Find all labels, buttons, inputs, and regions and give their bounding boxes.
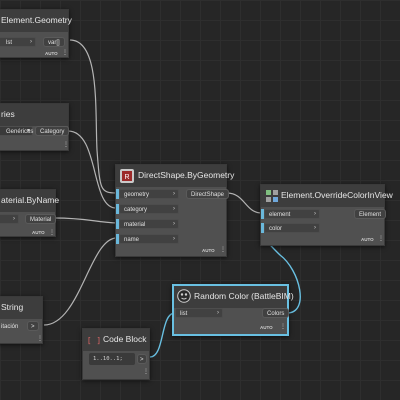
- revit-node-icon: R: [120, 169, 134, 183]
- node-string[interactable]: String itación > ⋮: [0, 296, 43, 344]
- chevron-down-icon: ▾: [26, 128, 30, 134]
- more-options-icon[interactable]: ⋮: [143, 369, 149, 375]
- output-port-code[interactable]: >: [137, 354, 147, 364]
- node-title: Code Block: [103, 334, 147, 344]
- node-element-geometry[interactable]: Element.Geometry lst › var[] AUTO ⋮: [0, 9, 72, 58]
- wire-category[interactable]: [67, 130, 118, 209]
- output-port-directshape[interactable]: DirectShape: [186, 189, 230, 199]
- input-port-element[interactable]: element ›: [264, 209, 320, 219]
- port-label: DirectShape: [191, 192, 225, 198]
- lacing-label[interactable]: AUTO: [32, 230, 45, 235]
- more-options-icon[interactable]: ⋮: [63, 142, 69, 148]
- input-port-geometry[interactable]: geometry ›: [119, 189, 179, 199]
- code-editor[interactable]: 1..10..1;: [89, 353, 135, 365]
- chevron-right-icon: ›: [30, 39, 32, 45]
- input-port-material[interactable]: material ›: [119, 219, 179, 229]
- svg-text:[ ]: [ ]: [87, 336, 101, 345]
- port-label: Category: [40, 129, 65, 135]
- port-label: >: [31, 324, 35, 330]
- node-header[interactable]: String: [0, 297, 42, 319]
- node-header[interactable]: Element.Geometry: [0, 10, 72, 32]
- graph-canvas[interactable]: Element.Geometry lst › var[] AUTO ⋮ ries…: [0, 0, 400, 400]
- port-label: category: [124, 207, 148, 213]
- input-port-color[interactable]: color ›: [264, 223, 320, 233]
- port-label: element: [269, 212, 291, 218]
- port-label: Material: [30, 217, 52, 223]
- input-port-list[interactable]: list ›: [175, 308, 223, 318]
- lacing-label[interactable]: AUTO: [202, 248, 215, 253]
- input-port-name[interactable]: ›: [0, 214, 19, 224]
- node-title: String: [1, 302, 24, 312]
- category-dropdown[interactable]: Genéricos ▾: [0, 126, 33, 136]
- input-port-lst[interactable]: lst ›: [0, 37, 36, 47]
- chevron-right-icon: ›: [173, 206, 175, 212]
- output-port-var[interactable]: var[]: [43, 37, 65, 47]
- chevron-right-icon: ›: [173, 236, 175, 242]
- input-port-name[interactable]: name ›: [119, 234, 179, 244]
- node-title: Element.Geometry: [1, 15, 72, 25]
- lacing-label[interactable]: AUTO: [45, 51, 58, 56]
- chevron-right-icon: ›: [314, 211, 316, 217]
- port-label: Colors: [267, 311, 285, 317]
- node-title: DirectShape.ByGeometry: [138, 170, 235, 180]
- port-label: var[]: [48, 40, 60, 46]
- more-options-icon[interactable]: ⋮: [62, 50, 68, 56]
- wire-directshape-element[interactable]: [226, 192, 263, 214]
- chevron-right-icon: ›: [173, 221, 175, 227]
- chevron-right-icon: ›: [13, 216, 15, 222]
- node-header[interactable]: aterial.ByName: [0, 190, 59, 212]
- wire-geometry[interactable]: [69, 39, 118, 194]
- wire-name[interactable]: [43, 237, 118, 326]
- node-element-overridecolorinview[interactable]: Element.OverrideColorInView element › co…: [260, 184, 393, 246]
- more-options-icon[interactable]: ⋮: [220, 247, 226, 253]
- node-header[interactable]: [ ] Code Block: [83, 329, 149, 351]
- node-title: Element.OverrideColorInView: [281, 190, 393, 200]
- node-header[interactable]: Element.OverrideColorInView: [261, 185, 393, 207]
- chevron-right-icon: ›: [173, 191, 175, 197]
- node-code-block[interactable]: [ ] Code Block 1..10..1; > ⋮: [82, 328, 150, 380]
- port-label: name: [124, 237, 140, 243]
- port-label: list: [180, 311, 188, 317]
- node-header[interactable]: Random Color (BattleBIM): [174, 286, 294, 308]
- node-title: ries: [1, 109, 15, 119]
- node-header[interactable]: R DirectShape.ByGeometry: [116, 165, 234, 187]
- node-title: Random Color (BattleBIM): [194, 291, 294, 301]
- string-input[interactable]: itación: [0, 321, 23, 333]
- lacing-label[interactable]: AUTO: [361, 237, 374, 242]
- output-port-string[interactable]: >: [27, 321, 39, 331]
- code-block-icon: [ ]: [87, 336, 101, 345]
- override-color-icon: [265, 189, 279, 203]
- port-label: >: [140, 357, 144, 363]
- more-options-icon[interactable]: ⋮: [49, 230, 55, 236]
- output-port-material[interactable]: Material: [25, 214, 57, 224]
- random-color-icon: [177, 289, 191, 303]
- code-text: 1..10..1;: [93, 356, 123, 362]
- output-port-category[interactable]: Category: [35, 126, 70, 136]
- node-header[interactable]: ries: [0, 104, 68, 126]
- node-directshape-bygeometry[interactable]: R DirectShape.ByGeometry geometry › cate…: [115, 164, 234, 257]
- node-material-byname[interactable]: aterial.ByName › Material AUTO ⋮: [0, 189, 59, 237]
- port-label: Element: [359, 212, 382, 218]
- port-label: color: [269, 226, 283, 232]
- wire-material[interactable]: [54, 217, 118, 224]
- port-label: geometry: [124, 192, 150, 198]
- string-value: itación: [1, 324, 19, 330]
- more-options-icon[interactable]: ⋮: [378, 236, 384, 242]
- input-port-category[interactable]: category ›: [119, 204, 179, 214]
- svg-text:R: R: [124, 174, 129, 181]
- more-options-icon[interactable]: ⋮: [280, 324, 286, 330]
- output-port-element[interactable]: Element: [354, 209, 387, 219]
- output-port-colors[interactable]: Colors: [262, 308, 290, 318]
- lacing-label[interactable]: AUTO: [260, 325, 273, 330]
- port-label: lst: [6, 40, 12, 46]
- more-options-icon[interactable]: ⋮: [37, 336, 43, 342]
- port-label: material: [124, 222, 146, 228]
- node-categories[interactable]: ries Genéricos ▾ Category ⋮: [0, 103, 70, 151]
- chevron-right-icon: ›: [314, 225, 316, 231]
- node-random-color-battlebim[interactable]: Random Color (BattleBIM) list › Colors A…: [172, 284, 294, 336]
- node-title: aterial.ByName: [1, 195, 60, 205]
- chevron-right-icon: ›: [217, 310, 219, 316]
